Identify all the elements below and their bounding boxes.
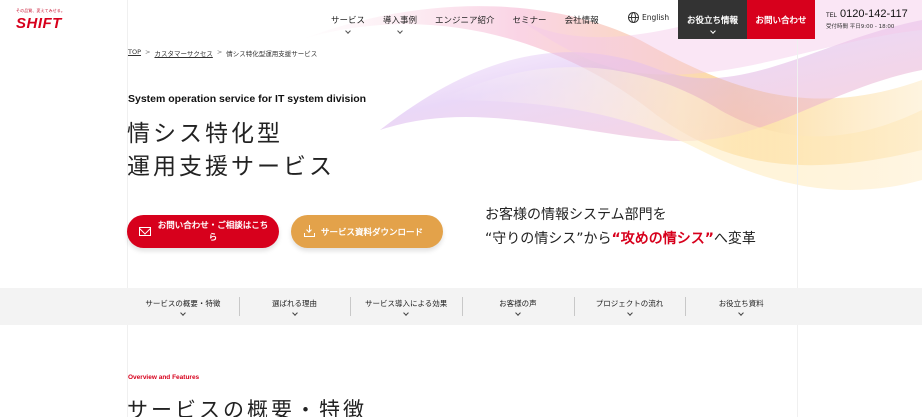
hero-tagline: お客様の情報システム部門を “守りの情シス”から“攻めの情シス”へ変革	[485, 203, 756, 251]
hero-ribbon-graphic	[300, 0, 922, 190]
page-title-line2: 運用支援サービス	[127, 154, 335, 180]
anchor-label: お客様の声	[499, 299, 537, 308]
download-icon	[304, 225, 315, 237]
page-anchor-nav: サービスの概要・特徴 選ばれる理由 サービス導入による効果 お客様の声 プロジェ…	[0, 288, 922, 325]
header-contact-button[interactable]: お問い合わせ	[747, 0, 815, 39]
anchor-label: プロジェクトの流れ	[595, 299, 664, 308]
tagline-part1: “守りの情シス”から	[485, 231, 612, 247]
anchor-documents[interactable]: お役立ち資料	[685, 288, 797, 325]
grid-line-right	[797, 0, 798, 417]
chevron-down-icon	[397, 28, 403, 34]
anchor-label: 選ばれる理由	[272, 299, 317, 308]
contact-cta-label: お問い合わせ・ご相談はこちら	[157, 220, 269, 243]
chevron-down-icon	[345, 28, 351, 34]
grid-line-left	[127, 0, 128, 417]
download-cta-button[interactable]: サービス資料ダウンロード	[291, 215, 443, 248]
anchor-overview[interactable]: サービスの概要・特徴	[127, 288, 239, 325]
mail-icon	[139, 227, 151, 236]
anchor-label: サービス導入による効果	[365, 299, 448, 308]
chevron-down-icon	[626, 310, 633, 316]
chevron-down-icon	[179, 310, 186, 316]
download-cta-label: サービス資料ダウンロード	[321, 227, 424, 238]
breadcrumb-separator: >	[216, 48, 223, 56]
tel-number: 0120-142-117	[840, 8, 908, 20]
chevron-down-icon	[738, 310, 745, 316]
useful-info-label: お役立ち情報	[686, 16, 738, 26]
section-eyebrow: Overview and Features	[128, 374, 200, 381]
nav-item-label: 導入事例	[383, 16, 418, 26]
anchor-flow[interactable]: プロジェクトの流れ	[573, 288, 686, 325]
phone-info: TEL 0120-142-117 受付時間 平日9:00 - 18:00	[826, 8, 908, 30]
nav-item-engineers[interactable]: エンジニア紹介	[426, 0, 504, 39]
hero-eyebrow: System operation service for IT system d…	[128, 93, 367, 105]
nav-item-label: 会社情報	[564, 16, 599, 26]
breadcrumb-separator: >	[145, 48, 151, 56]
tagline-part2: へ変革	[713, 231, 756, 247]
useful-info-button[interactable]: お役立ち情報	[678, 0, 747, 39]
logo-tagline: その品質、変えてみせる。	[16, 8, 65, 13]
nav-item-seminars[interactable]: セミナー	[504, 0, 556, 39]
main-nav: サービス 導入事例 エンジニア紹介 セミナー 会社情報	[322, 0, 608, 39]
anchor-label: お役立ち資料	[718, 299, 764, 308]
breadcrumb-top[interactable]: TOP	[128, 48, 141, 58]
page-title: 情シス特化型 運用支援サービス	[127, 118, 335, 184]
nav-item-case-studies[interactable]: 導入事例	[374, 0, 426, 39]
logo[interactable]: その品質、変えてみせる。 SHIFT	[16, 8, 84, 32]
section-title: サービスの概要・特徴	[127, 398, 367, 417]
nav-item-services[interactable]: サービス	[322, 0, 374, 39]
phone-hours: 受付時間 平日9:00 - 18:00	[826, 24, 895, 30]
nav-item-company[interactable]: 会社情報	[556, 0, 608, 39]
breadcrumb-customer-success[interactable]: カスタマーサクセス	[154, 48, 212, 58]
nav-item-label: サービス	[331, 16, 366, 26]
logo-text: SHIFT	[16, 15, 62, 32]
anchor-effects[interactable]: サービス導入による効果	[350, 288, 462, 325]
tel-prefix: TEL	[826, 13, 838, 19]
breadcrumb: TOP > カスタマーサクセス > 情シス特化型運用支援サービス	[128, 48, 317, 58]
header-contact-label: お問い合わせ	[755, 16, 807, 26]
language-label: English	[642, 13, 670, 22]
anchor-label: サービスの概要・特徴	[145, 299, 221, 308]
tagline-line2: “守りの情シス”から“攻めの情シス”へ変革	[485, 227, 756, 251]
nav-item-label: セミナー	[512, 16, 547, 26]
nav-item-label: エンジニア紹介	[435, 16, 495, 26]
tagline-line1: お客様の情報システム部門を	[485, 207, 667, 223]
page-title-line1: 情シス特化型	[127, 121, 283, 147]
chevron-down-icon	[403, 310, 410, 316]
anchor-reasons[interactable]: 選ばれる理由	[238, 288, 351, 325]
contact-cta-button[interactable]: お問い合わせ・ご相談はこちら	[127, 215, 279, 248]
chevron-down-icon	[709, 28, 716, 34]
site-header: その品質、変えてみせる。 SHIFT サービス 導入事例 エンジニア紹介 セミナ…	[0, 0, 922, 39]
chevron-down-icon	[515, 310, 521, 316]
globe-icon	[628, 12, 639, 23]
language-switch[interactable]: English	[628, 12, 669, 23]
breadcrumb-current: 情シス特化型運用支援サービス	[226, 50, 318, 58]
anchor-voices[interactable]: お客様の声	[462, 288, 574, 325]
tagline-highlight: “攻めの情シス”	[611, 231, 714, 247]
chevron-down-icon	[291, 310, 298, 316]
phone-number[interactable]: TEL 0120-142-117	[826, 8, 908, 20]
